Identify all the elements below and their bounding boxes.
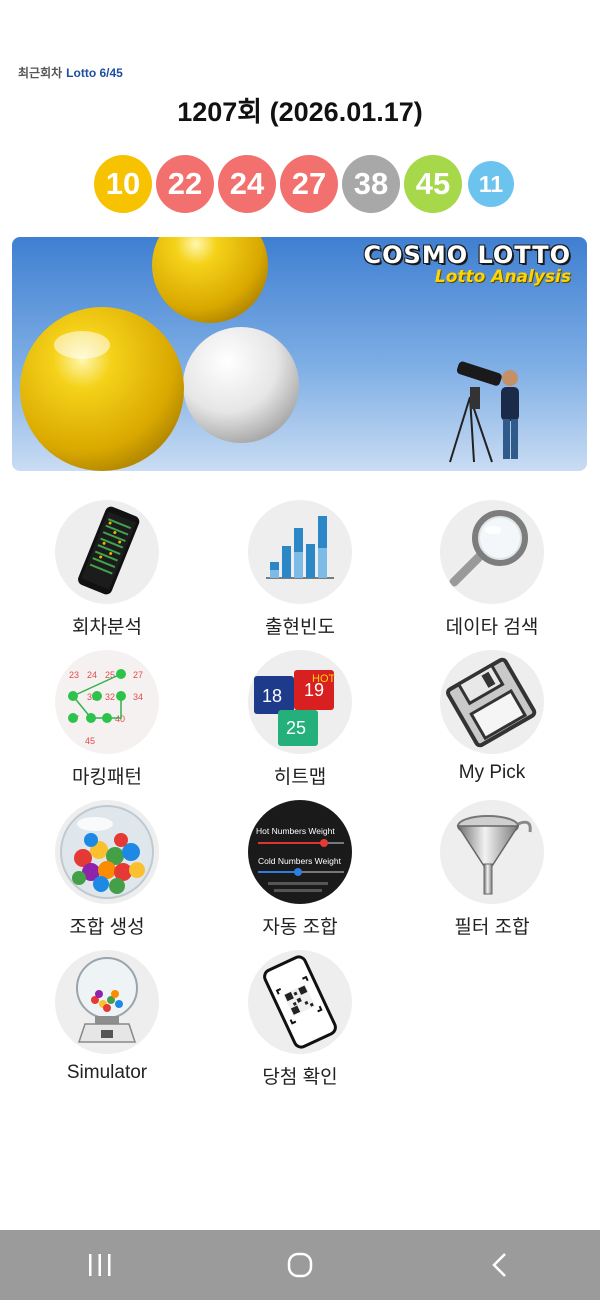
menu-label: 필터 조합 [454, 917, 530, 938]
menu-label: 데이타 검색 [445, 617, 539, 638]
menu-label: 당첨 확인 [262, 1067, 338, 1088]
marking-pattern-icon: 23 24 25 27 31 32 34 37 40 45 [55, 650, 159, 754]
menu-filter-combination[interactable]: 필터 조합 [412, 800, 572, 939]
menu-label: 자동 조합 [262, 917, 338, 938]
menu-label: 조합 생성 [69, 917, 145, 938]
menu-label: 출현빈도 [265, 617, 335, 638]
number-ball: 22 [156, 155, 214, 213]
qr-scan-icon [248, 950, 352, 1054]
marking-number: 32 [105, 692, 115, 702]
recent-apps-button[interactable] [60, 1230, 140, 1300]
banner-title: COSMO LOTTO [363, 241, 571, 269]
menu-heatmap[interactable]: 18 19 25 HOT 히트맵 [220, 650, 380, 789]
home-icon [287, 1252, 313, 1278]
winning-numbers: 10 22 24 27 38 45 11 [94, 155, 518, 213]
menu-simulator[interactable]: Simulator [27, 950, 187, 1084]
heatmap-tile-number: 18 [262, 686, 282, 706]
hot-weight-label: Hot Numbers Weight [256, 826, 335, 836]
menu-frequency[interactable]: 출현빈도 [220, 500, 380, 639]
menu-marking-pattern[interactable]: 23 24 25 27 31 32 34 37 40 45 [27, 650, 187, 789]
number-ball: 45 [404, 155, 462, 213]
marking-number: 40 [115, 714, 125, 724]
menu-label: 마킹패턴 [72, 767, 142, 788]
heatmap-tile-number: 25 [286, 718, 306, 738]
magnifier-icon [440, 500, 544, 604]
draw-title: 1207회 (2026.01.17) [177, 97, 423, 127]
marking-number: 27 [133, 670, 143, 680]
number-ball: 10 [94, 155, 152, 213]
cosmo-lotto-banner[interactable]: COSMO LOTTO Lotto Analysis [12, 237, 587, 471]
cold-weight-label: Cold Numbers Weight [258, 856, 342, 866]
menu-check-win[interactable]: 당첨 확인 [220, 950, 380, 1089]
back-button[interactable] [460, 1230, 540, 1300]
number-ball: 24 [218, 155, 276, 213]
floppy-disk-icon [440, 650, 544, 754]
bar-chart-icon [248, 500, 352, 604]
menu-label: My Pick [458, 762, 526, 783]
heatmap-icon: 18 19 25 HOT [248, 650, 352, 754]
recent-apps-icon [89, 1254, 111, 1276]
system-navigation-bar [0, 1230, 600, 1300]
menu-label: Simulator [66, 1062, 148, 1083]
bonus-ball: 11 [468, 161, 514, 207]
menu-combination-generate[interactable]: 조합 생성 [27, 800, 187, 939]
menu-label: 회차분석 [72, 617, 142, 638]
lottery-balls-icon [55, 800, 159, 904]
menu-my-pick[interactable]: My Pick [412, 650, 572, 784]
menu-label: 히트맵 [273, 767, 327, 788]
number-ball: 27 [280, 155, 338, 213]
weight-slider-icon: Hot Numbers Weight Cold Numbers Weight [248, 800, 352, 904]
home-button[interactable] [260, 1230, 340, 1300]
menu-auto-combination[interactable]: Hot Numbers Weight Cold Numbers Weight 자… [220, 800, 380, 939]
phone-list-icon [55, 500, 159, 604]
recent-label-text: 최근회차 [18, 66, 63, 80]
marking-number: 34 [133, 692, 143, 702]
menu-data-search[interactable]: 데이타 검색 [412, 500, 572, 639]
home-screen: 최근회차 Lotto 6/45 1207회 (2026.01.17) 10 22 … [0, 0, 600, 1300]
marking-number: 23 [69, 670, 79, 680]
lottery-machine-icon [55, 950, 159, 1054]
marking-number: 45 [85, 736, 95, 746]
marking-number: 24 [87, 670, 97, 680]
funnel-icon [440, 800, 544, 904]
menu-draw-analysis[interactable]: 회차분석 [27, 500, 187, 639]
recent-draw-label: 최근회차 Lotto 6/45 [18, 64, 123, 81]
game-type-label: Lotto 6/45 [66, 66, 123, 80]
hot-badge: HOT [312, 673, 336, 685]
back-icon [492, 1253, 506, 1277]
banner-subtitle: Lotto Analysis [434, 267, 571, 287]
number-ball: 38 [342, 155, 400, 213]
